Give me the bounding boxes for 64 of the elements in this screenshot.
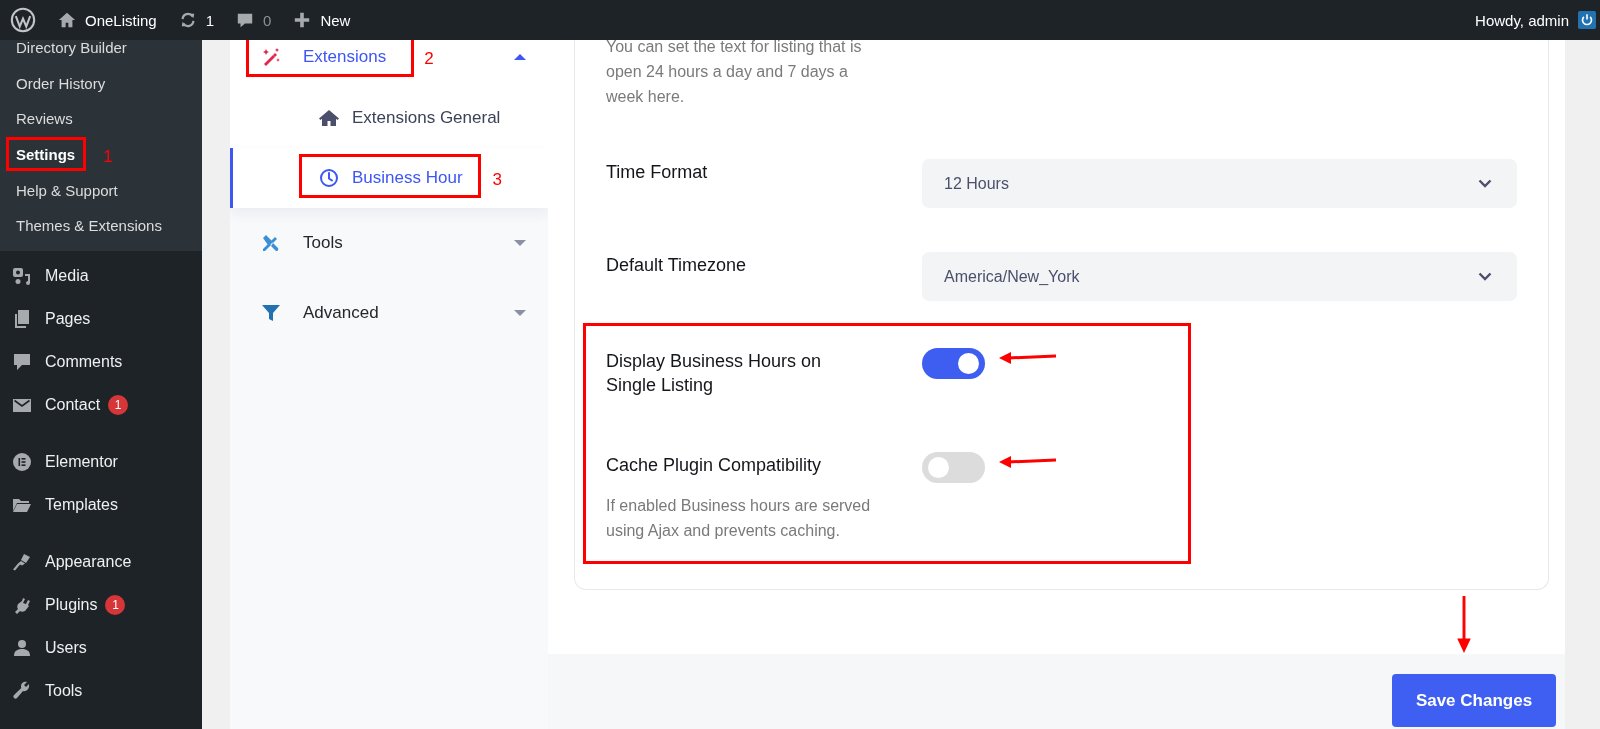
wrench-icon (12, 681, 32, 702)
nav-item[interactable]: Business Hour 3 (230, 148, 548, 208)
media-icon (12, 266, 32, 287)
menu-item[interactable]: Appearance (0, 540, 202, 584)
nav-item[interactable]: Advanced (230, 278, 548, 348)
menu-item[interactable]: Directory Builder (0, 40, 202, 66)
filter-icon (261, 303, 281, 323)
nav-item[interactable]: Extensions 2 (230, 40, 548, 88)
menu-item[interactable]: Elementor (0, 440, 202, 484)
setting-description: If enabled Business hours are served using Ajax and prevents caching. (606, 496, 872, 541)
setting-description: You can set the text for listing that is open 24 hours a day and 7 days a week here. (606, 40, 863, 107)
menu-item[interactable]: Users (0, 626, 202, 670)
paintbrush-icon (12, 552, 32, 573)
menu-item[interactable]: Tools (0, 669, 202, 713)
annotation-arrow (1457, 596, 1471, 654)
menu-item[interactable]: Reviews (0, 101, 202, 137)
new-link[interactable]: New (293, 11, 351, 29)
house-icon (319, 108, 339, 128)
annotation-number: 3 (492, 170, 503, 190)
setting-label: Time Format (606, 161, 709, 184)
user-icon (12, 638, 32, 659)
plus-icon (293, 11, 312, 29)
menu-item[interactable]: Pages (0, 297, 202, 341)
account-link[interactable]: Howdy, admin (1475, 11, 1596, 29)
menu-item[interactable]: Themes & Extensions (0, 207, 202, 244)
menu-item[interactable]: Templates (0, 483, 202, 527)
menu-item[interactable]: Comments (0, 340, 202, 384)
count-badge: 1 (105, 595, 126, 616)
comments-link[interactable]: 0 (236, 11, 272, 29)
annotation-arrow (998, 350, 1058, 364)
menu-item[interactable]: Plugins 1 (0, 583, 202, 627)
documents-icon (12, 309, 32, 330)
select-field[interactable]: 12 Hours (922, 159, 1517, 208)
menu-item[interactable]: Contact 1 (0, 383, 202, 427)
menu-item[interactable]: Order History (0, 65, 202, 102)
chevron-down-icon (1478, 272, 1492, 281)
nav-item[interactable]: Tools (230, 208, 548, 278)
nav-item[interactable]: Extensions General (230, 88, 548, 148)
power-icon (1578, 11, 1596, 29)
annotation-number: 1 (103, 146, 113, 167)
tools-icon (261, 233, 281, 253)
magic-wand-icon (261, 47, 281, 67)
house-icon (58, 11, 76, 29)
menu-item[interactable]: Settings 1 (0, 136, 202, 173)
clock-icon (319, 168, 339, 188)
site-name-link[interactable]: OneListing (58, 11, 157, 29)
annotation-number: 2 (424, 49, 434, 69)
setting-label: Cache Plugin Compatibility (606, 454, 823, 477)
setting-label: Default Timezone (606, 254, 748, 277)
chevron-down-icon (1478, 179, 1492, 188)
annotation-arrow (998, 454, 1058, 468)
save-button[interactable]: Save Changes (1392, 674, 1556, 727)
updates-link[interactable]: 1 (178, 11, 215, 29)
speech-bubble-icon (12, 352, 32, 373)
select-field[interactable]: America/New_York (922, 252, 1517, 301)
speech-bubble-icon (236, 11, 255, 29)
setting-label: Display Business Hours on Single Listing (606, 350, 823, 397)
circle-logo-icon (12, 452, 32, 473)
menu-item[interactable]: Help & Support (0, 172, 202, 208)
menu-item[interactable]: Media (0, 254, 202, 298)
count-badge: 1 (108, 395, 129, 416)
logo-icon (10, 7, 36, 33)
toggle-switch[interactable] (922, 348, 985, 379)
toggle-switch[interactable] (922, 452, 985, 483)
